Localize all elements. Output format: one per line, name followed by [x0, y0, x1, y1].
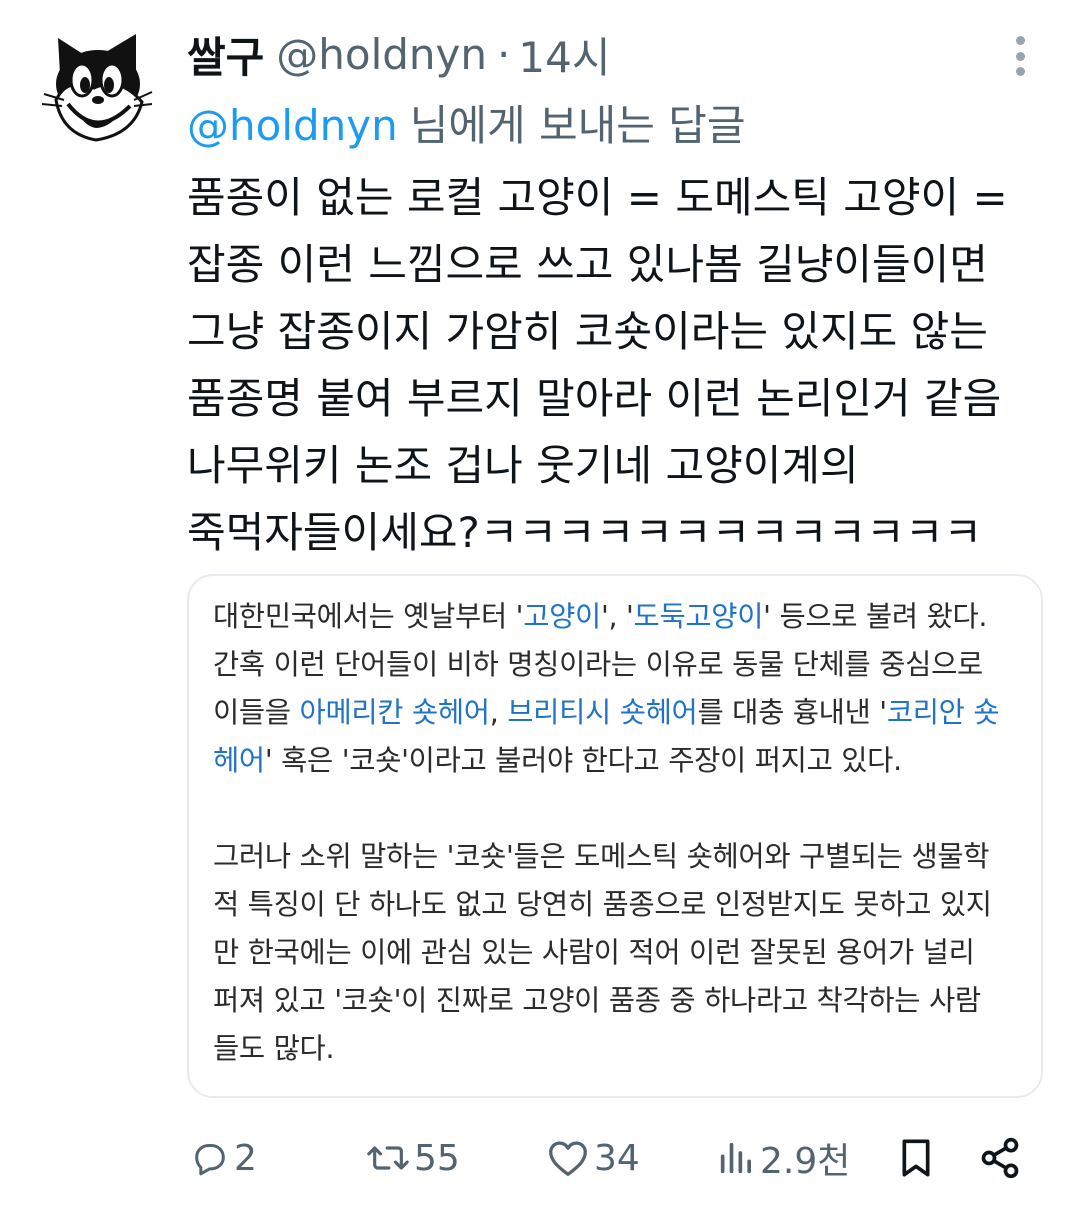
retweet-button[interactable]: 55 — [366, 1128, 460, 1188]
quote-text: ', ' — [600, 600, 634, 633]
reply-button[interactable]: 2 — [190, 1128, 257, 1188]
quote-line: 그러나 소위 말하는 '코숏'들은 도메스틱 숏헤어와 구별되는 생물학 — [213, 840, 990, 873]
avatar[interactable] — [38, 30, 154, 146]
views-icon — [720, 1142, 751, 1174]
quote-line: 적 특징이 단 하나도 없고 당연히 품종으로 인정받지도 못하고 있지 — [213, 888, 992, 921]
reply-to-mention[interactable]: @holdnyn — [187, 101, 398, 150]
timestamp[interactable]: 14시 — [518, 24, 610, 85]
like-count: 34 — [594, 1137, 640, 1179]
quote-text: ' 등으로 불려 왔다. — [763, 600, 988, 633]
tweet-text-line: 죽먹자들이세요?ㅋㅋㅋㅋㅋㅋㅋㅋㅋㅋㅋㅋㅋ — [187, 508, 983, 557]
retweet-count: 55 — [414, 1137, 460, 1179]
views-count: 2.9천 — [760, 1141, 851, 1182]
quote-line: 이들을 아메리칸 숏헤어, 브리티시 숏헤어를 대충 흉내낸 '코리안 숏 — [213, 689, 1033, 737]
quote-link-british: 브리티시 숏헤어 — [507, 696, 698, 729]
quote-link-doduk: 도둑고양이 — [633, 600, 764, 633]
quote-line: 헤어' 혹은 '코숏'이라고 불러야 한다고 주장이 퍼지고 있다. — [213, 737, 1033, 785]
quote-text: 대한민국에서는 옛날부터 ' — [213, 600, 524, 633]
quote-text: ' 혹은 '코숏'이라고 불러야 한다고 주장이 퍼지고 있다. — [264, 744, 902, 777]
quoted-wiki-text: 대한민국에서는 옛날부터 '고양이', '도둑고양이' 등으로 불려 왔다. 간… — [213, 593, 1033, 1073]
author-handle[interactable]: @holdnyn — [276, 30, 487, 79]
tweet-text-line: 품종이 없는 로컬 고양이 = 도메스틱 고양이 = — [187, 173, 1008, 222]
quote-link-american: 아메리칸 숏헤어 — [299, 696, 491, 729]
quote-line: 만 한국에는 이에 관심 있는 사람이 적어 이런 잘못된 용어가 널리 — [213, 936, 975, 969]
attached-image[interactable]: 대한민국에서는 옛날부터 '고양이', '도둑고양이' 등으로 불려 왔다. 간… — [187, 574, 1043, 1098]
tweet-text: 품종이 없는 로컬 고양이 = 도메스틱 고양이 = 잡종 이런 느낌으로 쓰고… — [187, 164, 1047, 566]
quote-line: 들도 많다. — [213, 1032, 335, 1065]
retweet-icon — [367, 1146, 409, 1170]
like-button[interactable]: 34 — [546, 1128, 640, 1188]
views-button[interactable]: 2.9천 — [716, 1128, 850, 1188]
tweet-header: 쌀구 @holdnyn · 14시 — [187, 26, 610, 82]
quote-line: 대한민국에서는 옛날부터 '고양이', '도둑고양이' 등으로 불려 왔다. — [213, 593, 1033, 641]
felix-the-cat-avatar — [39, 31, 153, 145]
quote-line: 간혹 이런 단어들이 비하 명칭이라는 이유로 동물 단체를 중심으로 — [213, 648, 983, 681]
bookmark-button[interactable] — [896, 1128, 936, 1188]
quote-link-korean-cont: 헤어 — [213, 744, 265, 777]
reply-to-suffix: 님에게 보내는 답글 — [409, 101, 746, 150]
separator-dot: · — [497, 29, 511, 79]
reply-to-line: @holdnyn 님에게 보내는 답글 — [187, 92, 746, 153]
share-icon — [981, 1137, 1019, 1179]
quote-text: , — [489, 696, 508, 729]
tweet-text-line: 품종명 붙여 부르지 말아라 이런 논리인거 같음 — [187, 374, 1002, 423]
tweet-text-line: 잡종 이런 느낌으로 쓰고 있나봄 길냥이들이면 — [187, 240, 988, 289]
tweet-text-line: 그냥 잡종이지 가암히 코숏이라는 있지도 않는 — [187, 307, 988, 356]
quote-text: 를 대충 흉내낸 ' — [697, 696, 887, 729]
heart-icon — [549, 1141, 587, 1176]
share-button[interactable] — [978, 1128, 1022, 1188]
quote-text: 이들을 — [213, 696, 300, 729]
quote-link-korean: 코리안 숏 — [886, 696, 1000, 729]
reply-icon — [195, 1144, 225, 1176]
reply-count: 2 — [234, 1137, 257, 1179]
action-bar: 2 55 34 2.9천 — [0, 1128, 1080, 1188]
author-name[interactable]: 쌀구 — [187, 24, 264, 85]
more-options-icon[interactable] — [1008, 36, 1032, 76]
quote-line: 퍼져 있고 '코숏'이 진짜로 고양이 품종 중 하나라고 착각하는 사람 — [213, 984, 981, 1017]
quote-link-goyangi: 고양이 — [523, 600, 601, 633]
tweet-text-line: 나무위키 논조 겁나 웃기네 고양이계의 — [187, 441, 859, 490]
bookmark-icon — [902, 1139, 930, 1177]
